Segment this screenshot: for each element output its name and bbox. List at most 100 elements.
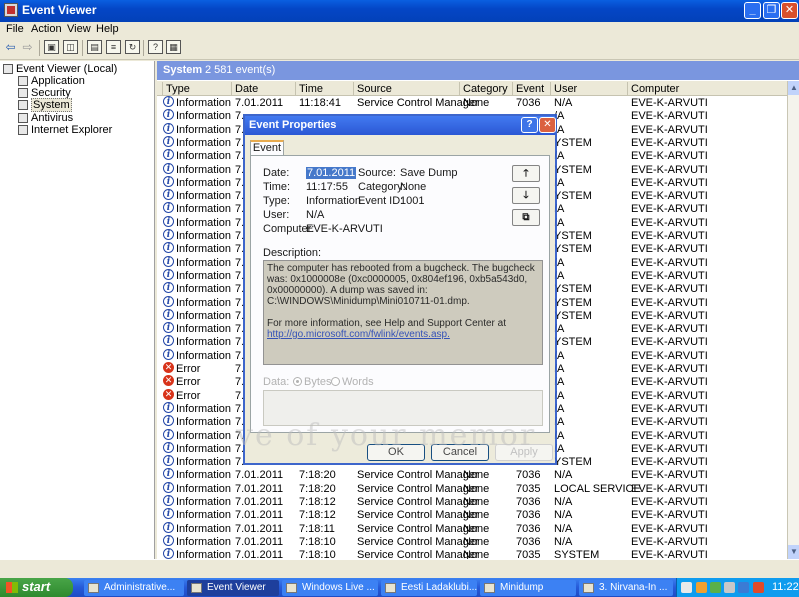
menu-view[interactable]: View — [67, 23, 91, 35]
tray-arrow-icon[interactable] — [681, 582, 692, 593]
tree-item-application[interactable]: Application — [18, 75, 85, 87]
dialog-help-button[interactable]: ? — [521, 117, 538, 133]
next-event-button[interactable]: 🡓 — [512, 187, 540, 204]
start-button[interactable]: start — [0, 578, 73, 597]
toolbar: ⇦ ⇨ ▣ ◫ ▤ ≡ ↻ ? ▦ — [0, 36, 799, 60]
information-icon: i — [163, 322, 174, 334]
date-value[interactable]: 7.01.2011 — [306, 167, 357, 179]
tree-item-antivirus[interactable]: Antivirus — [18, 112, 73, 124]
table-row[interactable]: i Information 7.01.2011 7:18:20 Service Cont… — [157, 468, 787, 481]
menu-help[interactable]: Help — [96, 23, 119, 35]
event-tab-page: Date: 7.01.2011 Source: Save Dump Time: … — [250, 155, 550, 433]
column-date[interactable]: Date — [230, 82, 258, 96]
tree-root[interactable]: Event Viewer (Local) — [3, 63, 117, 75]
scroll-down-arrow-icon[interactable]: ▼ — [788, 545, 799, 559]
cell-computer: EVE-K-ARVUTI — [631, 469, 708, 482]
dialog-close-button[interactable]: ✕ — [539, 117, 556, 133]
cell-computer: EVE-K-ARVUTI — [631, 230, 708, 242]
cell-event: 7035 — [516, 482, 541, 495]
column-source[interactable]: Source — [353, 82, 392, 96]
cell-user: YSTEM — [554, 243, 592, 256]
table-row[interactable]: i Information 7.01.2011 7:18:10 Service Cont… — [157, 548, 787, 559]
tree-item-system[interactable]: System — [18, 98, 72, 112]
table-row[interactable]: i Information 7.01.2011 7:18:10 Service Cont… — [157, 534, 787, 548]
messenger-icon — [286, 583, 297, 593]
cell-user: SYSTEM — [554, 549, 600, 559]
mmc-icon[interactable]: ▦ — [166, 40, 181, 54]
cell-type: Information — [176, 429, 232, 442]
previous-event-button[interactable]: 🡑 — [512, 165, 540, 182]
description-box[interactable]: The computer has rebooted from a bugchec… — [263, 260, 543, 365]
tray-messenger-icon[interactable] — [738, 582, 749, 593]
task-administrative[interactable]: Administrative... — [84, 580, 184, 596]
table-row[interactable]: i Information 7.01.2011 7:18:20 Service Cont… — [157, 481, 787, 495]
column-category[interactable]: Category — [459, 82, 508, 96]
tab-event[interactable]: Event — [250, 140, 284, 156]
cell-user: N/A — [554, 496, 573, 508]
cell-user: N/A — [554, 97, 573, 109]
tray-app-icon[interactable] — [696, 582, 707, 593]
menu-file[interactable]: File — [6, 23, 24, 35]
cell-type: Information — [176, 136, 232, 149]
log-icon — [18, 113, 28, 123]
help-link[interactable]: http://go.microsoft.com/fwlink/events.as… — [267, 329, 450, 340]
menu-action[interactable]: Action — [31, 23, 62, 35]
task-event-viewer[interactable]: Event Viewer — [187, 580, 279, 596]
information-icon: i — [163, 521, 174, 533]
cell-source: Service Control Manager — [357, 482, 479, 495]
cell-category: None — [463, 496, 490, 508]
show-hide-tree-icon[interactable]: ◫ — [63, 40, 78, 54]
cell-type: Information — [176, 243, 232, 256]
cell-computer: EVE-K-ARVUTI — [631, 190, 708, 203]
export-list-icon[interactable]: ≡ — [106, 40, 121, 54]
cell-event: 7036 — [516, 535, 541, 548]
properties-icon[interactable]: ▤ — [87, 40, 102, 54]
cell-computer: EVE-K-ARVUTI — [631, 309, 708, 322]
tray-security-icon[interactable] — [753, 582, 764, 593]
tree-item-internet-explorer[interactable]: Internet Explorer — [18, 124, 112, 136]
cell-type: Information — [176, 190, 232, 203]
task-minidump[interactable]: Minidump — [480, 580, 576, 596]
task-eesti-ladaklubi[interactable]: Eesti Ladaklubi... — [381, 580, 477, 596]
information-icon: i — [163, 175, 174, 187]
tray-network-icon[interactable] — [710, 582, 721, 593]
cell-type: Information — [176, 535, 232, 548]
vertical-scrollbar[interactable]: ▲ ▼ — [787, 81, 799, 559]
error-icon: ✕ — [163, 388, 174, 400]
restore-button[interactable]: ❐ — [763, 2, 780, 19]
cell-event: 7036 — [516, 469, 541, 482]
event-viewer-icon — [4, 3, 18, 17]
close-button[interactable]: ✕ — [781, 2, 798, 19]
column-type[interactable]: Type — [162, 82, 190, 96]
taskbar: start Administrative... Event Viewer Win… — [0, 578, 799, 597]
event-properties-dialog: Event Properties ? ✕ Event Date: 7.01.20… — [243, 114, 557, 465]
forward-arrow-icon[interactable]: ⇨ — [20, 40, 35, 54]
minimize-button[interactable]: _ — [744, 2, 761, 19]
table-row[interactable]: i Information 7.01.2011 7:18:12 Service Cont… — [157, 508, 787, 521]
column-computer[interactable]: Computer — [626, 82, 679, 96]
event-viewer-icon — [191, 583, 202, 593]
up-folder-icon[interactable]: ▣ — [44, 40, 59, 54]
table-row[interactable]: i Information 7.01.2011 7:18:12 Service Cont… — [157, 495, 787, 508]
column-user[interactable]: User — [549, 82, 577, 96]
tray-volume-icon[interactable] — [724, 582, 735, 593]
copy-button[interactable]: ⧉ — [512, 209, 540, 226]
cell-type: Information — [176, 256, 232, 269]
table-row[interactable]: i Information 7.01.2011 11:18:41 Service Con… — [157, 96, 787, 109]
cell-user: N/A — [554, 522, 573, 535]
words-radio[interactable]: Words — [327, 376, 374, 388]
back-arrow-icon[interactable]: ⇦ — [3, 40, 18, 54]
cell-user: YSTEM — [554, 309, 592, 322]
column-event[interactable]: Event — [511, 82, 544, 96]
task-nirvana[interactable]: 3. Nirvana-In ... — [579, 580, 673, 596]
task-windows-live[interactable]: Windows Live ... — [282, 580, 378, 596]
help-icon[interactable]: ? — [148, 40, 163, 54]
scroll-up-arrow-icon[interactable]: ▲ — [788, 81, 799, 95]
bytes-radio[interactable]: Bytes — [289, 376, 332, 388]
column-time[interactable]: Time — [294, 82, 323, 96]
information-icon: i — [163, 229, 174, 240]
cell-computer: EVE-K-ARVUTI — [631, 243, 708, 256]
refresh-icon[interactable]: ↻ — [125, 40, 140, 54]
title-bar: Event Viewer _ ❐ ✕ — [0, 0, 799, 22]
table-row[interactable]: i Information 7.01.2011 7:18:11 Service Cont… — [157, 521, 787, 535]
